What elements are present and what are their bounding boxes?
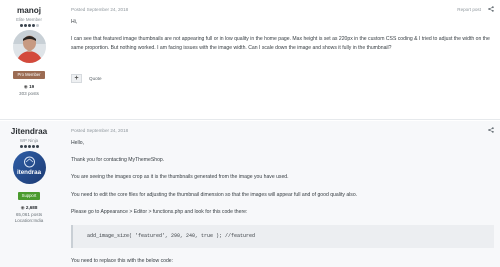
member-badge: Support: [17, 191, 41, 200]
post-count: 303 posts: [19, 91, 39, 96]
plus-icon[interactable]: +: [71, 74, 82, 83]
rank-pip: [19, 145, 23, 148]
author-panel: Jitendraa WP Ninja itendraa Support ◉ 2,…: [0, 121, 58, 223]
author-name[interactable]: manoj: [0, 6, 58, 15]
post-jitendraa: Jitendraa WP Ninja itendraa Support ◉ 2,…: [0, 121, 500, 267]
rank-pip: [23, 145, 27, 148]
rank-pip: [27, 145, 31, 148]
reputation-icon: ◉: [23, 84, 28, 89]
rank-pip-empty: [35, 24, 39, 27]
post-content: Posted September 24, 2018 Hello, Thank y…: [62, 121, 494, 267]
post-paragraph: Please go to Appearance > Editor > funct…: [71, 208, 248, 215]
post-body: Hello, Thank you for contacting MyThemeS…: [62, 139, 494, 265]
post-body: Hi, I can see that featured image thumbn…: [62, 18, 494, 52]
reputation: ◉ 19: [0, 84, 58, 90]
report-post-link[interactable]: Report post: [457, 7, 481, 12]
post-content: Posted September 24, 2018 Report post Hi…: [62, 0, 494, 61]
author-panel: manoj Elite Member Pro Member ◉ 19 303 p…: [0, 0, 58, 96]
post-meta: Posted September 24, 2018 Report post: [62, 0, 494, 18]
rank-pips: [0, 24, 58, 27]
avatar-text: itendraa: [16, 169, 42, 176]
share-icon[interactable]: [488, 127, 494, 133]
post-paragraph: You are seeing the images crop as it is …: [71, 174, 289, 181]
avatar[interactable]: itendraa: [12, 151, 46, 184]
post-date[interactable]: Posted September 24, 2018: [71, 128, 128, 133]
quote-button[interactable]: Quote: [89, 76, 102, 81]
post-manoj: manoj Elite Member Pro Member ◉ 19 303 p…: [0, 0, 500, 120]
rank-pip: [31, 145, 35, 148]
post-paragraph: You need to edit the core files for adju…: [71, 191, 358, 198]
rank-pip: [27, 24, 31, 27]
post-paragraph: Hello,: [71, 140, 85, 146]
author-location: Location:India: [14, 218, 44, 223]
author-name[interactable]: Jitendraa: [0, 127, 58, 136]
post-paragraph: Thank you for contacting MyThemeShop.: [71, 157, 165, 164]
post-meta: Posted September 24, 2018: [62, 121, 494, 139]
rank-pip: [23, 24, 27, 27]
post-paragraph: Hi,: [71, 19, 78, 25]
reputation: ◉ 2,688: [0, 205, 58, 211]
post-actions: + Quote: [71, 74, 102, 83]
reputation-value: 19: [29, 84, 35, 89]
post-paragraph: You need to replace this with the below …: [71, 257, 174, 264]
post-date[interactable]: Posted September 24, 2018: [71, 7, 128, 12]
rank-pip: [19, 24, 23, 27]
reputation-icon: ◉: [20, 205, 25, 210]
share-icon[interactable]: [488, 6, 494, 12]
member-badge: Pro Member: [13, 70, 45, 79]
author-title: WP Ninja: [19, 138, 39, 143]
rank-pip: [35, 145, 39, 148]
post-count: 65,061 posts: [15, 212, 43, 217]
avatar[interactable]: [12, 30, 46, 63]
code-block: add_image_size( 'featured', 290, 240, tr…: [71, 224, 494, 248]
rank-pip: [31, 24, 35, 27]
post-paragraph: I can see that featured image thumbnails…: [71, 36, 490, 51]
rank-pips: [0, 145, 58, 148]
author-title: Elite Member: [16, 17, 42, 22]
reputation-value: 2,688: [25, 205, 38, 210]
